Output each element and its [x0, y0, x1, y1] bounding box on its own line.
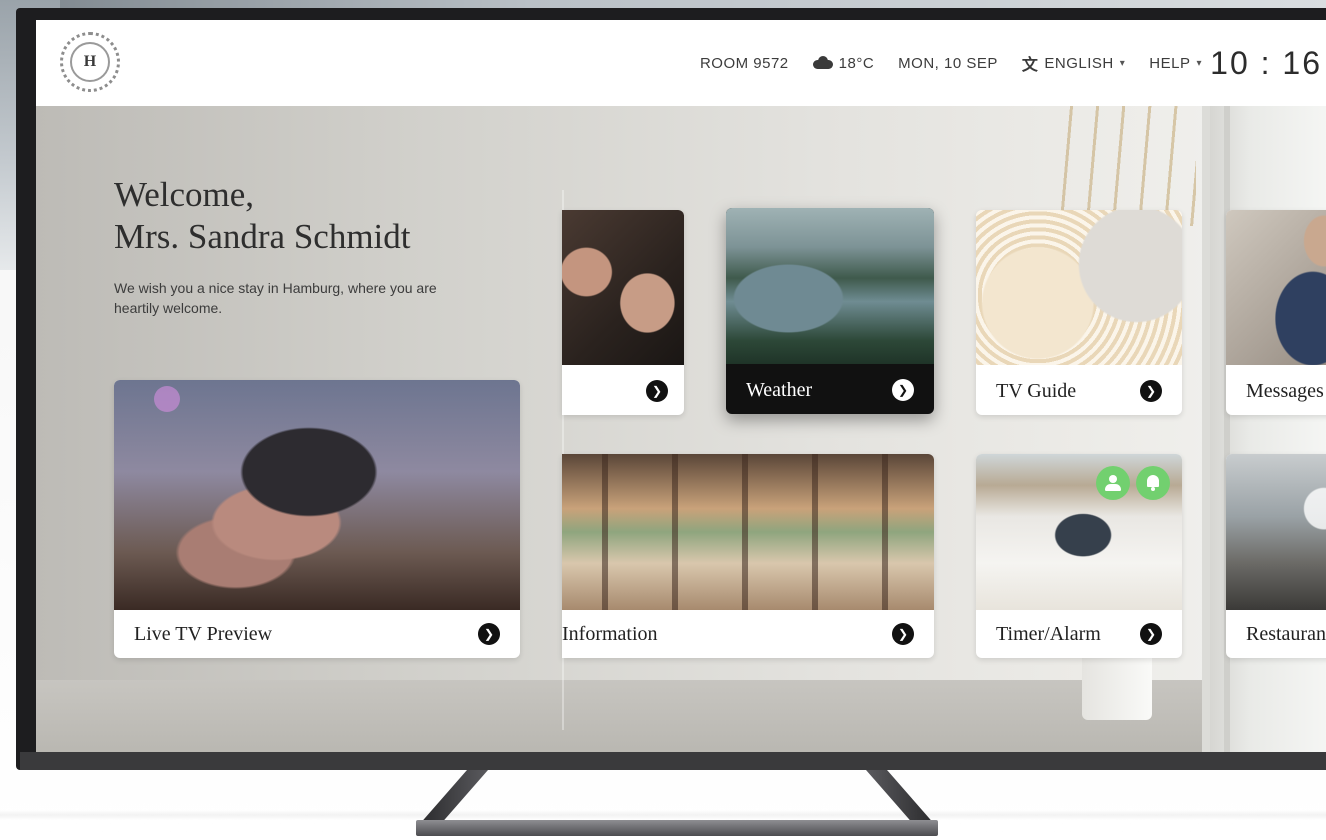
tile-label: Messages	[1246, 379, 1324, 402]
messages-image	[1226, 210, 1326, 365]
arrow-right-icon: ❯	[478, 623, 500, 645]
tile-label-row: TV Guide ❯	[976, 367, 1182, 415]
translate-icon: 文	[1021, 57, 1039, 74]
help-menu[interactable]: HELP ▾	[1149, 55, 1202, 72]
tile-label-row: Information ❯	[562, 610, 934, 658]
person-icon	[1105, 475, 1121, 491]
temperature: 18°C	[838, 54, 875, 72]
tile-label-row: Messages	[1226, 367, 1326, 415]
timer-image	[976, 454, 1182, 610]
welcome-line1: Welcome,	[114, 175, 255, 214]
welcome-title: Welcome, Mrs. Sandra Schmidt	[114, 174, 534, 258]
top-bar: H ROOM 9572 18°C MON, 10 SEP 文 ENGLISH ▾…	[36, 20, 1326, 106]
tile-label-row: ❯	[562, 367, 684, 415]
tile-restaurant[interactable]: Restauran	[1226, 454, 1326, 658]
tile-timer-alarm[interactable]: Timer/Alarm ❯	[976, 454, 1182, 658]
tile-label-row: Live TV Preview ❯	[114, 610, 520, 658]
room-number: ROOM 9572	[699, 54, 789, 72]
tv-frame: H ROOM 9572 18°C MON, 10 SEP 文 ENGLISH ▾…	[16, 8, 1326, 770]
bell-badge	[1136, 466, 1170, 500]
language-selector[interactable]: 文 ENGLISH ▾	[1022, 51, 1125, 75]
tv-stand-base	[416, 820, 938, 836]
tile-label-row: Timer/Alarm ❯	[976, 610, 1182, 658]
tile-messages[interactable]: Messages	[1226, 210, 1326, 415]
chevron-down-icon: ▾	[1196, 57, 1202, 69]
help-label: HELP	[1149, 54, 1191, 72]
tile-label: Timer/Alarm	[996, 622, 1101, 645]
tile-label: TV Guide	[996, 379, 1077, 402]
top-nav: ROOM 9572 18°C MON, 10 SEP 文 ENGLISH ▾ H…	[700, 20, 1202, 106]
tile-phone[interactable]: ❯	[562, 210, 684, 415]
arrow-right-icon: ❯	[1140, 380, 1162, 402]
logo-letter: H	[70, 42, 110, 82]
arrow-right-icon: ❯	[892, 623, 914, 645]
tile-weather[interactable]: Weather ❯	[726, 208, 934, 414]
chevron-down-icon: ▾	[1119, 57, 1126, 69]
room-window	[1202, 106, 1326, 760]
tile-tv-guide[interactable]: TV Guide ❯	[976, 210, 1182, 415]
hotel-logo: H	[60, 32, 120, 92]
bell-icon	[1146, 475, 1160, 491]
date: MON, 10 SEP	[898, 54, 998, 72]
floor-shadow	[0, 810, 1326, 820]
tile-label: Live TV Preview	[134, 622, 273, 645]
clock: 10 : 16	[1210, 44, 1322, 81]
language-label: ENGLISH	[1044, 54, 1114, 72]
tile-label: Restauran	[1246, 622, 1326, 645]
tile-label: Weather	[746, 378, 813, 401]
cloud-sun-icon	[812, 56, 833, 69]
welcome-section: Welcome, Mrs. Sandra Schmidt We wish you…	[114, 174, 534, 318]
weather-status: 18°C	[812, 54, 875, 72]
person-badge	[1096, 466, 1130, 500]
tv-screen: H ROOM 9572 18°C MON, 10 SEP 文 ENGLISH ▾…	[36, 20, 1326, 760]
information-image	[562, 454, 934, 610]
guest-name: Mrs. Sandra Schmidt	[114, 217, 411, 256]
tile-information[interactable]: Information ❯	[562, 454, 934, 658]
weather-image	[726, 208, 934, 364]
tv-guide-image	[976, 210, 1182, 365]
tile-label-row: Restauran	[1226, 610, 1326, 658]
decor-sticks	[1056, 106, 1196, 226]
arrow-right-icon: ❯	[1140, 623, 1162, 645]
arrow-right-icon: ❯	[892, 379, 914, 401]
phone-image	[562, 210, 684, 365]
restaurant-image	[1226, 454, 1326, 610]
tv-bottom-bezel	[20, 752, 1326, 770]
tile-label: Information	[562, 622, 658, 645]
tile-label-row: Weather ❯	[726, 366, 934, 414]
welcome-message: We wish you a nice stay in Hamburg, wher…	[114, 280, 437, 316]
tile-live-tv-preview[interactable]: Live TV Preview ❯	[114, 380, 520, 658]
live-tv-image	[114, 380, 520, 610]
arrow-right-icon: ❯	[646, 380, 668, 402]
